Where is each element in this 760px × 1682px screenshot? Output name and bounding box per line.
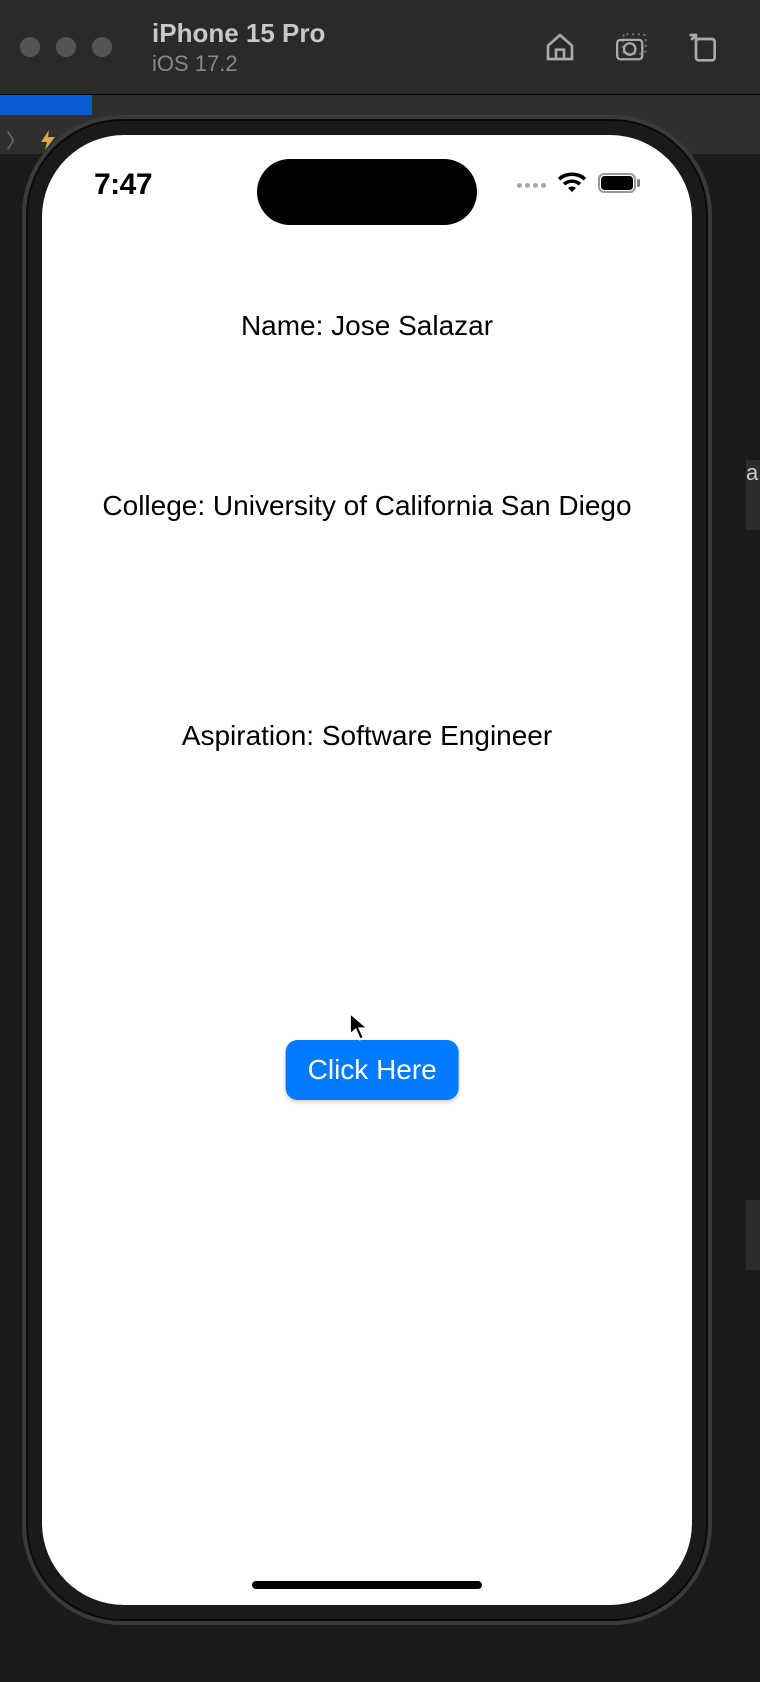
xcode-right-panel-sliver: a xyxy=(746,460,760,530)
title-section: iPhone 15 Pro iOS 17.2 xyxy=(152,18,544,77)
status-time: 7:47 xyxy=(94,168,152,202)
os-subtitle: iOS 17.2 xyxy=(152,51,544,77)
college-label: College: University of California San Di… xyxy=(42,490,692,522)
device-title: iPhone 15 Pro xyxy=(152,18,544,49)
window-controls xyxy=(20,37,112,57)
zoom-window-button[interactable] xyxy=(92,37,112,57)
battery-icon xyxy=(598,173,640,198)
simulator-titlebar: iPhone 15 Pro iOS 17.2 xyxy=(0,0,760,95)
status-indicators xyxy=(517,172,640,199)
name-label: Name: Jose Salazar xyxy=(42,310,692,342)
minimize-window-button[interactable] xyxy=(56,37,76,57)
wifi-icon xyxy=(558,172,586,199)
dynamic-island xyxy=(257,159,477,225)
click-here-button[interactable]: Click Here xyxy=(286,1040,459,1100)
rotate-button[interactable] xyxy=(688,31,720,63)
xcode-right-panel-sliver-2 xyxy=(746,1200,760,1270)
screenshot-button[interactable] xyxy=(616,31,648,63)
aspiration-label: Aspiration: Software Engineer xyxy=(42,720,692,752)
app-root-view: Name: Jose Salazar College: University o… xyxy=(42,135,692,1605)
titlebar-toolbar xyxy=(544,31,720,63)
breadcrumb-chevron-icon: 〉 xyxy=(6,125,26,154)
home-indicator[interactable] xyxy=(252,1581,482,1589)
iphone-device-frame: 7:47 xyxy=(22,115,712,1625)
xcode-tab-indicator xyxy=(0,95,92,115)
close-window-button[interactable] xyxy=(20,37,40,57)
iphone-screen: 7:47 xyxy=(42,135,692,1605)
home-button[interactable] xyxy=(544,31,576,63)
cellular-dots-icon xyxy=(517,183,546,188)
